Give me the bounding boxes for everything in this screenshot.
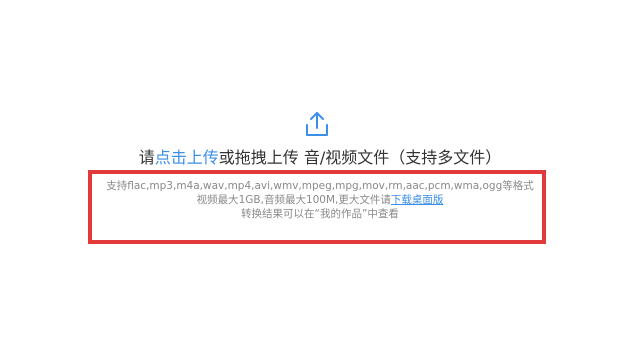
size-limit-line: 视频最大1GB,音频最大100M,更大文件请下载桌面版 xyxy=(0,193,640,207)
upload-prefix: 请 xyxy=(138,148,155,167)
upload-headline[interactable]: 请点击上传或拖拽上传 音/视频文件（支持多文件） xyxy=(0,148,640,168)
upload-suffix: 或拖拽上传 音/视频文件（支持多文件） xyxy=(218,148,502,167)
download-desktop-link[interactable]: 下载桌面版 xyxy=(391,194,444,206)
click-upload-link[interactable]: 点击上传 xyxy=(155,148,219,167)
upload-info: 支持flac,mp3,m4a,wav,mp4,avi,wmv,mpeg,mpg,… xyxy=(0,179,640,221)
upload-icon[interactable] xyxy=(303,110,331,138)
result-note-text: 转换结果可以在“我的作品”中查看 xyxy=(241,208,399,220)
upload-page: 请点击上传或拖拽上传 音/视频文件（支持多文件） 支持flac,mp3,m4a,… xyxy=(0,0,640,360)
size-limits-text: 视频最大1GB,音频最大100M,更大文件请 xyxy=(196,194,391,206)
supported-formats-text: 支持flac,mp3,m4a,wav,mp4,avi,wmv,mpeg,mpg,… xyxy=(106,180,534,192)
